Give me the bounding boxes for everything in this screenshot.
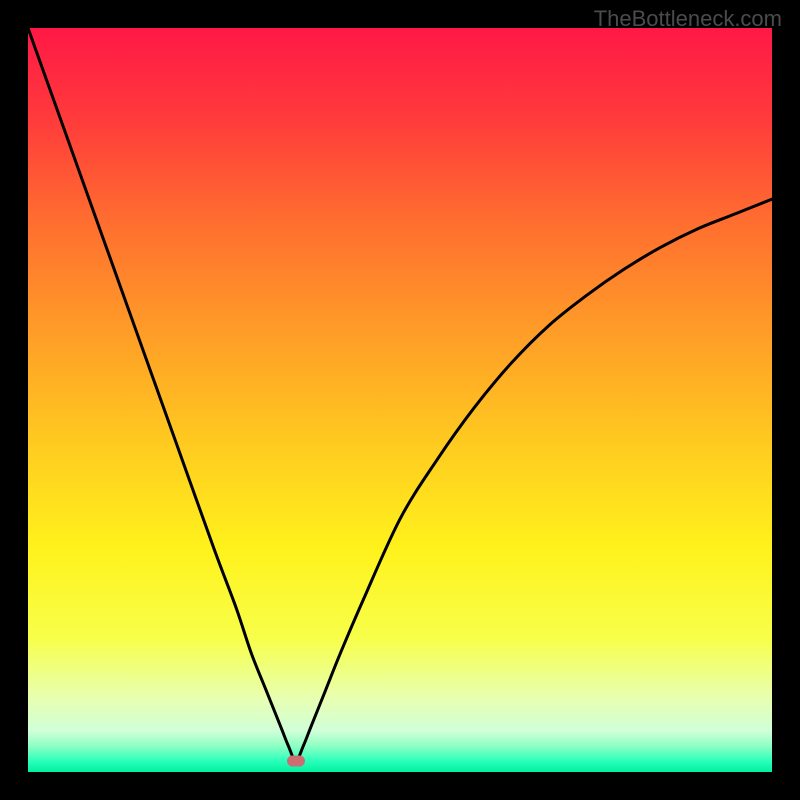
bottleneck-curve: [28, 28, 772, 772]
plot-area: [28, 28, 772, 772]
watermark-text: TheBottleneck.com: [594, 6, 782, 32]
optimal-point-marker: [287, 755, 305, 766]
chart-container: TheBottleneck.com: [0, 0, 800, 800]
